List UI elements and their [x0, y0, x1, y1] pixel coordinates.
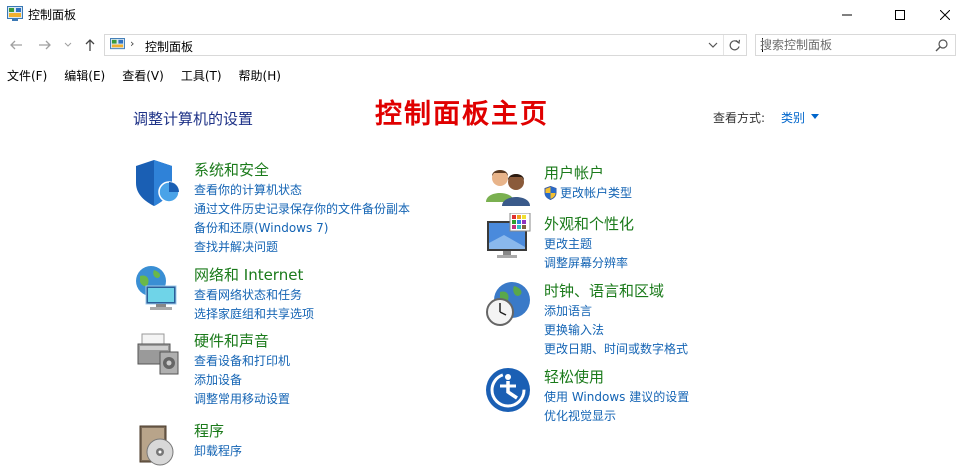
forward-button[interactable]	[36, 37, 54, 53]
link-troubleshoot[interactable]: 查找并解决问题	[194, 238, 410, 257]
maximize-button[interactable]	[877, 0, 923, 30]
link-change-account-type[interactable]: 更改帐户类型	[544, 184, 632, 203]
up-button[interactable]	[81, 37, 99, 53]
close-button[interactable]	[922, 0, 961, 30]
arrow-left-icon	[10, 40, 22, 50]
caret-down-icon[interactable]	[811, 114, 819, 119]
link-date-time-format[interactable]: 更改日期、时间或数字格式	[544, 340, 688, 359]
minimize-button[interactable]	[824, 0, 870, 30]
back-button[interactable]	[7, 37, 25, 53]
category-title[interactable]: 程序	[194, 420, 224, 441]
search-box[interactable]	[755, 34, 956, 56]
recent-locations-button[interactable]	[62, 37, 74, 53]
link-label: 更改帐户类型	[560, 186, 633, 200]
category-title[interactable]: 轻松使用	[544, 366, 604, 387]
link-devices-printers[interactable]: 查看设备和打印机	[194, 352, 290, 371]
arrow-right-icon	[39, 40, 51, 50]
network-globe-icon[interactable]	[134, 264, 182, 312]
printer-icon[interactable]	[134, 330, 182, 378]
users-icon[interactable]	[484, 162, 532, 210]
link-change-theme[interactable]: 更改主题	[544, 235, 628, 254]
close-icon	[940, 10, 950, 20]
link-mobility-settings[interactable]: 调整常用移动设置	[194, 390, 290, 409]
link-change-input-method[interactable]: 更换输入法	[544, 321, 688, 340]
menu-help[interactable]: 帮助(H)	[232, 64, 289, 86]
minimize-icon	[842, 14, 852, 16]
chevron-down-icon	[64, 42, 72, 47]
menu-tools[interactable]: 工具(T)	[174, 64, 230, 86]
link-homegroup[interactable]: 选择家庭组和共享选项	[194, 305, 314, 324]
link-add-language[interactable]: 添加语言	[544, 302, 688, 321]
category-title[interactable]: 系统和安全	[194, 159, 269, 180]
overlay-title: 控制面板主页	[375, 99, 549, 130]
arrow-up-icon	[85, 39, 95, 51]
link-add-device[interactable]: 添加设备	[194, 371, 290, 390]
link-optimize-display[interactable]: 优化视觉显示	[544, 407, 689, 426]
clock-globe-icon[interactable]	[484, 280, 532, 328]
view-by-dropdown[interactable]: 类别	[781, 109, 805, 126]
link-backup-restore[interactable]: 备份和还原(Windows 7)	[194, 219, 410, 238]
refresh-icon	[729, 39, 741, 50]
link-network-status[interactable]: 查看网络状态和任务	[194, 286, 314, 305]
search-icon[interactable]	[935, 38, 949, 52]
maximize-icon	[895, 10, 905, 20]
monitor-palette-icon[interactable]	[484, 213, 532, 261]
uac-shield-icon	[544, 186, 557, 200]
page-heading: 调整计算机的设置	[133, 110, 254, 128]
breadcrumb-separator-icon[interactable]: ›	[130, 37, 134, 50]
refresh-button[interactable]	[723, 35, 745, 55]
category-title[interactable]: 硬件和声音	[194, 330, 269, 351]
menu-bar: 文件(F) 编辑(E) 查看(V) 工具(T) 帮助(H)	[0, 64, 291, 86]
link-view-computer-status[interactable]: 查看你的计算机状态	[194, 181, 410, 200]
programs-disc-icon[interactable]	[134, 420, 182, 467]
control-panel-icon	[110, 38, 125, 50]
menu-file[interactable]: 文件(F)	[0, 64, 55, 86]
menu-view[interactable]: 查看(V)	[115, 64, 172, 86]
search-input[interactable]	[760, 37, 930, 53]
address-row: › 控制面板	[0, 31, 961, 59]
menu-edit[interactable]: 编辑(E)	[57, 64, 113, 86]
category-title[interactable]: 网络和 Internet	[194, 264, 303, 285]
link-recommended-settings[interactable]: 使用 Windows 建议的设置	[544, 388, 689, 407]
title-bar: 控制面板	[0, 0, 961, 30]
link-screen-resolution[interactable]: 调整屏幕分辨率	[544, 254, 628, 273]
category-title[interactable]: 外观和个性化	[544, 213, 634, 234]
link-file-history[interactable]: 通过文件历史记录保存你的文件备份副本	[194, 200, 410, 219]
category-title[interactable]: 时钟、语言和区域	[544, 280, 664, 301]
window-title: 控制面板	[28, 8, 77, 22]
shield-icon[interactable]	[134, 159, 182, 207]
address-bar[interactable]: › 控制面板	[104, 34, 747, 56]
link-uninstall-program[interactable]: 卸载程序	[194, 442, 242, 461]
control-panel-icon	[7, 6, 23, 21]
view-by-label: 查看方式:	[713, 111, 766, 125]
chevron-down-icon[interactable]	[706, 38, 720, 52]
category-title[interactable]: 用户帐户	[544, 162, 604, 183]
breadcrumb-location[interactable]: 控制面板	[145, 38, 193, 55]
ease-of-access-icon[interactable]	[484, 366, 532, 414]
